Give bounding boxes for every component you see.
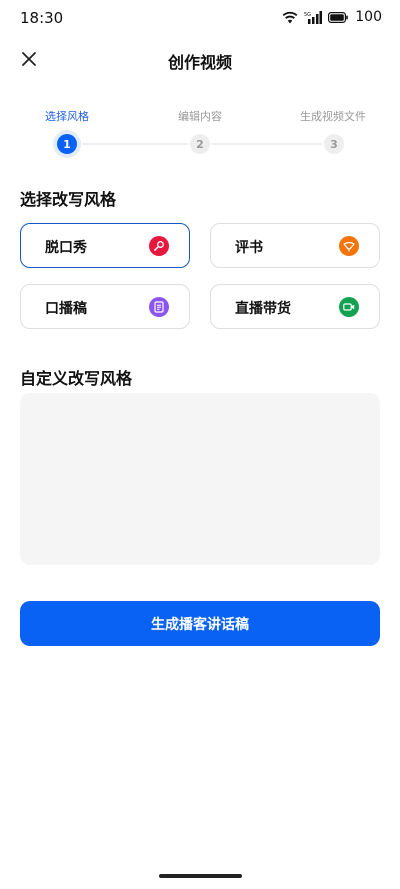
status-bar: 18:30 5G 100: [0, 0, 400, 34]
step-label-2: 编辑内容: [178, 110, 222, 123]
custom-style-input[interactable]: [20, 393, 380, 565]
step-connector-1: [82, 143, 188, 145]
style-option-script[interactable]: 口播稿: [20, 284, 190, 329]
battery-level: 100: [355, 9, 382, 25]
microphone-icon: [149, 236, 169, 256]
header: 创作视频: [0, 40, 400, 80]
style-option-storytelling[interactable]: 评书: [210, 223, 380, 268]
status-time: 18:30: [20, 9, 64, 27]
step-circle-3: 3: [324, 134, 344, 154]
step-label-3: 生成视频文件: [300, 110, 366, 123]
status-icons: 5G 100: [282, 9, 382, 25]
document-icon: [149, 297, 169, 317]
page-title: 创作视频: [167, 53, 232, 72]
home-indicator[interactable]: [159, 874, 242, 878]
style-option-label: 评书: [235, 240, 263, 256]
style-section-title: 选择改写风格: [20, 190, 117, 209]
battery-icon: [328, 11, 349, 23]
style-option-talk-show[interactable]: 脱口秀: [20, 223, 190, 268]
step-label-1: 选择风格: [45, 110, 89, 123]
step-circle-1: 1: [57, 134, 77, 154]
cellular-signal-icon: 5G: [304, 10, 323, 24]
step-connector-2: [212, 143, 322, 145]
step-circle-2: 2: [190, 134, 210, 154]
stepper: 选择风格 编辑内容 生成视频文件 1 2 3: [0, 104, 400, 160]
fan-icon: [339, 236, 359, 256]
style-option-label: 口播稿: [45, 301, 87, 317]
custom-style-section-title: 自定义改写风格: [20, 369, 133, 388]
generate-script-button[interactable]: 生成播客讲话稿: [20, 601, 380, 646]
style-option-label: 直播带货: [235, 301, 291, 317]
style-option-livestream-sales[interactable]: 直播带货: [210, 284, 380, 329]
style-option-label: 脱口秀: [45, 240, 87, 256]
video-camera-icon: [339, 297, 359, 317]
network-label: 5G: [304, 12, 311, 18]
wifi-icon: [282, 11, 298, 24]
